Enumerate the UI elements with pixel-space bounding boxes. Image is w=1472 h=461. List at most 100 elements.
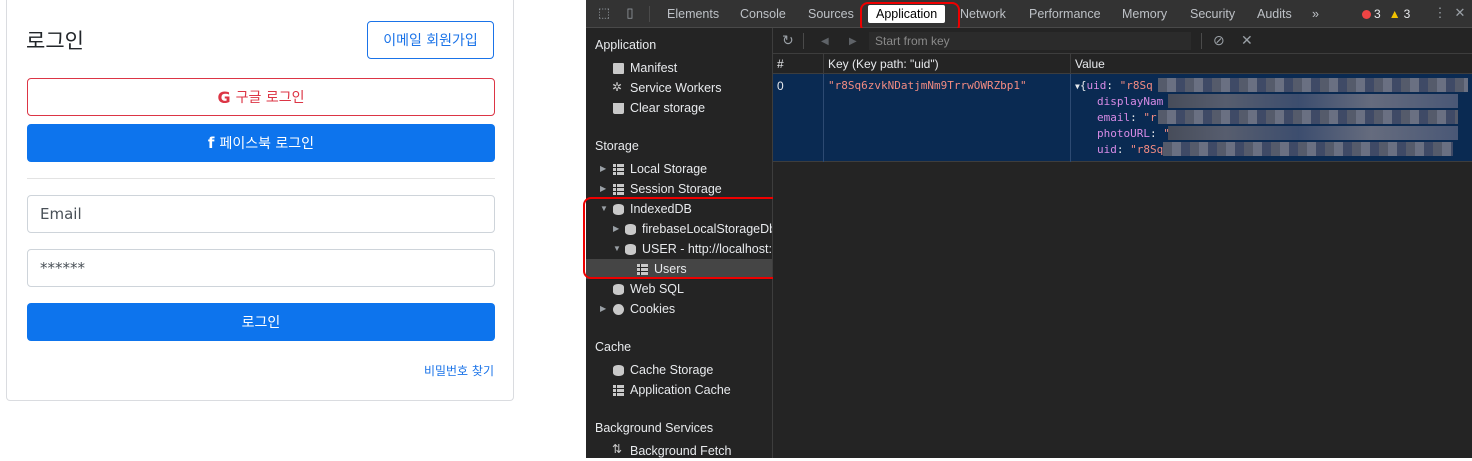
sidebar-item-label: Service Workers [630,81,722,95]
tab-audits[interactable]: Audits [1257,0,1292,28]
value-prop: displayNam [1097,95,1164,108]
value-line: displayNam [1097,95,1163,108]
row-number: 0 [777,79,784,93]
column-header-value[interactable]: Value [1075,57,1105,71]
redacted-value [1158,78,1468,92]
more-tabs-button[interactable]: » [1312,0,1319,28]
table-icon [613,184,624,195]
sidebar-item-label: Local Storage [630,162,708,176]
redacted-value [1158,110,1458,124]
sidebar-item-label: Cookies [630,302,676,316]
application-sidebar: Application Manifest ✲ Service Workers C… [583,28,799,461]
database-icon [613,284,624,295]
value-prop: email [1097,111,1131,124]
sidebar-item-label: Clear storage [630,101,706,115]
close-icon[interactable]: ✕ [1452,5,1468,21]
column-header-num[interactable]: # [777,57,784,71]
facebook-login-label: 페이스북 로그인 [219,136,315,152]
previous-page-icon[interactable]: ◀ [821,34,829,50]
value-colon: : [1106,79,1120,92]
tab-elements[interactable]: Elements [667,0,719,28]
section-cache: Cache [595,340,632,354]
sidebar-item-label: Background Fetch [630,444,732,458]
column-header-key[interactable]: Key (Key path: "uid") [828,57,939,71]
value-prop: uid [1086,79,1107,92]
column-separator [1070,74,1071,162]
password-field[interactable]: ****** [27,249,495,287]
warning-icon: ▲ [1388,7,1401,21]
value-colon: : [1130,111,1144,124]
next-page-icon[interactable]: ▶ [849,34,857,50]
section-application: Application [595,38,657,52]
cookie-icon [613,304,624,315]
up-down-arrows-icon: ⇅ [612,442,623,456]
tab-security[interactable]: Security [1190,0,1235,28]
sidebar-item-label: Application Cache [630,383,731,397]
sidebar-item-clear-storage[interactable]: Clear storage [586,98,772,118]
sidebar-item-local-storage[interactable]: ▶ Local Storage [586,159,772,179]
section-storage: Storage [595,139,639,153]
google-login-label: 구글 로그인 [235,90,305,106]
table-row[interactable]: 0 "r8Sq6zvkNDatjmNm9TrrwOWRZbp1" ▼{uid: … [773,74,1472,162]
table-icon [613,385,624,396]
issue-counts[interactable]: 3 ▲ 3 [1362,0,1410,28]
sidebar-item-service-workers[interactable]: ✲ Service Workers [586,78,772,98]
sidebar-item-session-storage[interactable]: ▶ Session Storage [586,179,772,199]
section-background-services: Background Services [595,421,714,435]
delete-selected-icon[interactable]: ✕ [1241,32,1253,48]
redacted-value [1168,126,1458,140]
google-icon: G [217,87,231,107]
devtools-panel: ⬚ ▯ Elements Console Sources Application… [583,0,1472,461]
facebook-icon: f [207,134,215,152]
login-submit-button[interactable]: 로그인 [27,303,495,341]
column-separator [823,54,824,74]
error-icon [1362,10,1371,19]
expand-arrow-icon[interactable]: ▶ [600,179,606,199]
login-page: 로그인 이메일 회원가입 G 구글 로그인 f 페이스북 로그인 Email *… [0,0,586,458]
expand-arrow-icon[interactable]: ▶ [600,299,606,319]
sidebar-item-manifest[interactable]: Manifest [586,58,772,78]
database-icon [613,365,624,376]
value-line: photoURL: " [1097,127,1170,140]
tab-sources[interactable]: Sources [808,0,854,28]
email-signup-button[interactable]: 이메일 회원가입 [367,21,494,59]
email-field[interactable]: Email [27,195,495,233]
tab-network[interactable]: Network [960,0,1006,28]
column-separator [1070,54,1071,74]
warning-count: 3 [1403,7,1411,21]
page-title: 로그인 [26,29,84,53]
indexeddb-data-view: ↻ ◀ ▶ Start from key ⊘ ✕ # Key (Key path… [773,28,1472,458]
data-toolbar: ↻ ◀ ▶ Start from key ⊘ ✕ [773,28,1472,54]
refresh-icon[interactable]: ↻ [782,32,794,48]
inspect-element-icon[interactable]: ⬚ [596,5,612,21]
expand-arrow-icon[interactable]: ▶ [600,159,606,179]
sidebar-item-application-cache[interactable]: Application Cache [586,380,772,400]
value-line: email: "r [1097,111,1157,124]
value-str: "r8Sq [1130,143,1164,156]
forgot-password-link[interactable]: 비밀번호 찾기 [424,362,494,379]
device-toolbar-icon[interactable]: ▯ [622,5,638,21]
clear-objectstore-icon[interactable]: ⊘ [1213,32,1225,48]
gear-icon: ✲ [612,80,623,94]
kebab-menu-icon[interactable]: ⋮ [1432,5,1448,21]
trash-icon [613,103,624,114]
value-colon: : [1149,127,1164,140]
start-from-key-input[interactable]: Start from key [869,32,1191,50]
devtools-tabbar: ⬚ ▯ Elements Console Sources Application… [586,0,1472,33]
google-login-button[interactable]: G 구글 로그인 [27,78,495,116]
sidebar-item-cookies[interactable]: ▶ Cookies [586,299,772,319]
redacted-value [1163,142,1453,156]
tab-performance[interactable]: Performance [1029,0,1101,28]
tab-memory[interactable]: Memory [1122,0,1167,28]
sidebar-item-web-sql[interactable]: Web SQL [586,279,772,299]
row-key: "r8Sq6zvkNDatjmNm9TrrwOWRZbp1" [828,79,1027,92]
tab-console[interactable]: Console [740,0,786,28]
value-str: "r8Sq [1119,79,1153,92]
value-line: uid: "r8Sq [1097,143,1163,156]
table-icon [613,164,624,175]
sidebar-item-label: Cache Storage [630,363,714,377]
value-prop: uid [1097,143,1117,156]
sidebar-item-background-fetch[interactable]: ⇅ Background Fetch [586,441,772,461]
facebook-login-button[interactable]: f 페이스북 로그인 [27,124,495,162]
sidebar-item-cache-storage[interactable]: Cache Storage [586,360,772,380]
